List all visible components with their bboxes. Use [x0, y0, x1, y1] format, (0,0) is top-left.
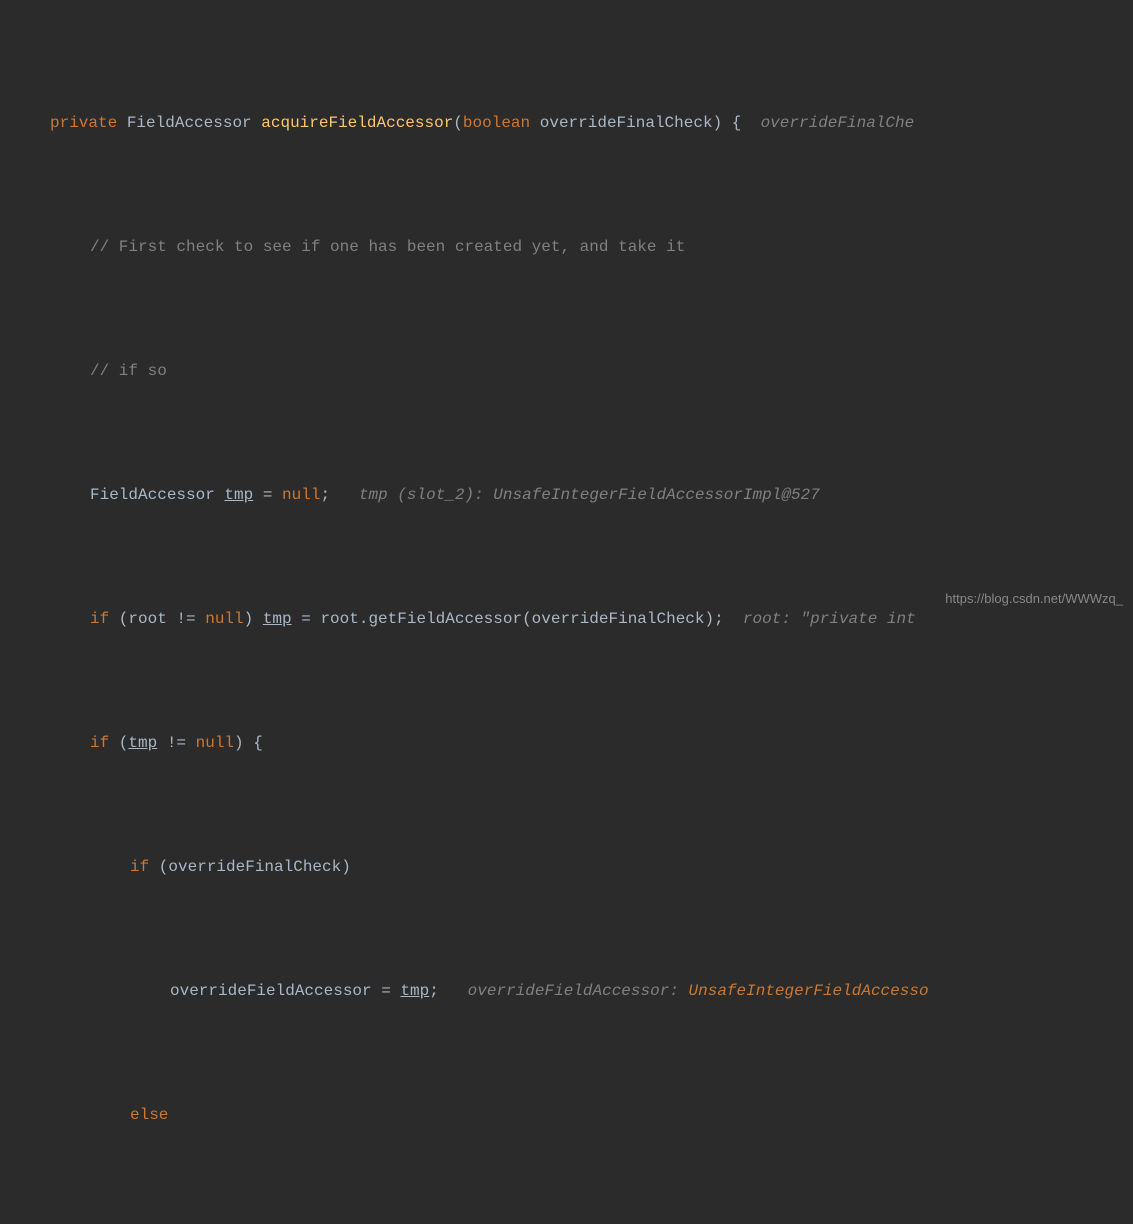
code-line[interactable]: overrideFieldAccessor = tmp; overrideFie…	[0, 976, 1133, 1007]
text: (	[109, 734, 128, 752]
inline-hint-value: UnsafeIntegerFieldAccesso	[689, 982, 929, 1000]
keyword-if: if	[130, 858, 149, 876]
code-line[interactable]: // if so	[0, 356, 1133, 387]
text: =	[253, 486, 282, 504]
paren: (	[453, 114, 463, 132]
semicolon: ;	[320, 486, 330, 504]
watermark: https://blog.csdn.net/WWWzq_	[945, 591, 1123, 606]
variable: tmp	[128, 734, 157, 752]
keyword-null: null	[282, 486, 320, 504]
inline-hint-label: overrideFieldAccessor:	[468, 982, 689, 1000]
text: ) {	[234, 734, 263, 752]
type: FieldAccessor	[127, 114, 252, 132]
variable: tmp	[400, 982, 429, 1000]
code-line[interactable]: private FieldAccessor acquireFieldAccess…	[0, 108, 1133, 139]
comment: // if so	[90, 356, 167, 387]
keyword-if: if	[90, 734, 109, 752]
method-call: getFieldAccessor	[368, 610, 522, 628]
variable: tmp	[224, 486, 253, 504]
keyword-if: if	[90, 610, 109, 628]
text: = root.	[292, 610, 369, 628]
code-line[interactable]: else	[0, 1100, 1133, 1131]
code-line[interactable]: // First check to see if one has been cr…	[0, 232, 1133, 263]
param: overrideFinalCheck) {	[540, 114, 742, 132]
text: (overrideFinalCheck);	[522, 610, 724, 628]
method-name: acquireFieldAccessor	[261, 114, 453, 132]
text: !=	[157, 734, 195, 752]
keyword-null: null	[196, 734, 234, 752]
text: )	[244, 610, 263, 628]
inline-hint: overrideFinalChe	[761, 114, 915, 132]
variable: tmp	[263, 610, 292, 628]
inline-hint: tmp (slot_2): UnsafeIntegerFieldAccessor…	[359, 486, 820, 504]
text: overrideFieldAccessor =	[170, 982, 400, 1000]
keyword-boolean: boolean	[463, 114, 530, 132]
keyword-private: private	[50, 114, 117, 132]
keyword-else: else	[130, 1100, 168, 1131]
semicolon: ;	[429, 982, 439, 1000]
code-line[interactable]: if (tmp != null) {	[0, 728, 1133, 759]
type: FieldAccessor	[90, 486, 224, 504]
code-line[interactable]: if (root != null) tmp = root.getFieldAcc…	[0, 604, 1133, 635]
code-line[interactable]: FieldAccessor tmp = null; tmp (slot_2): …	[0, 480, 1133, 511]
code-editor[interactable]: private FieldAccessor acquireFieldAccess…	[0, 0, 1133, 1224]
comment: // First check to see if one has been cr…	[90, 232, 685, 263]
code-line[interactable]: if (overrideFinalCheck)	[0, 852, 1133, 883]
text: (root !=	[109, 610, 205, 628]
keyword-null: null	[205, 610, 243, 628]
inline-hint: root: "private int	[743, 610, 916, 628]
text: (overrideFinalCheck)	[149, 858, 351, 876]
